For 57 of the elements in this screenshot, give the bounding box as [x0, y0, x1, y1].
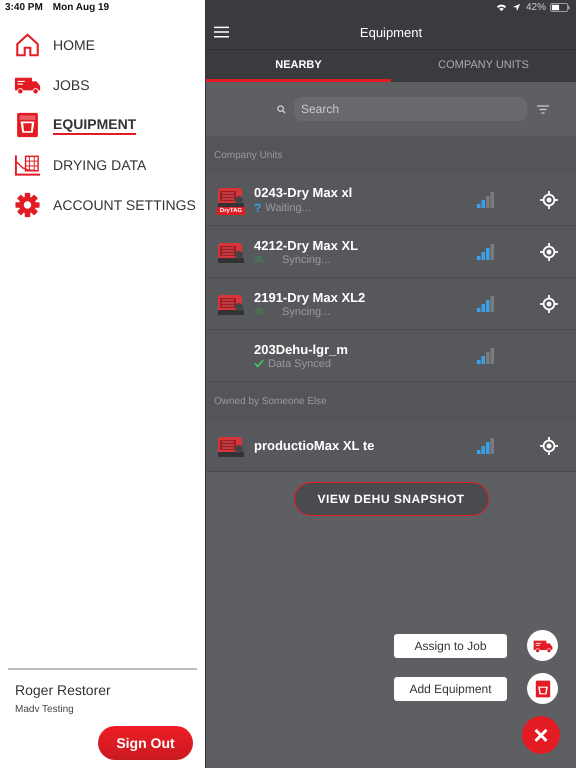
filter-icon[interactable]	[537, 104, 549, 114]
locate-icon[interactable]	[540, 436, 558, 454]
add-equipment-button[interactable]	[527, 673, 558, 704]
locate-icon[interactable]	[540, 190, 558, 208]
unit-name: productioMax XL te	[254, 438, 376, 453]
chevron-up-icon	[254, 307, 264, 316]
unit-name: 0243-Dry Max xl	[254, 184, 354, 200]
unit-name: 4212-Dry Max XL	[254, 238, 360, 252]
location-icon	[510, 3, 522, 12]
section-header: Company Units	[214, 150, 282, 160]
dehumidifier-icon	[14, 112, 41, 138]
company-name: Madv Testing	[15, 704, 75, 715]
battery-icon	[550, 3, 570, 12]
sync-status: Data Synced	[268, 358, 331, 370]
close-button[interactable]: ×	[522, 716, 560, 754]
wifi-icon	[496, 3, 507, 12]
status-time: 3:40 PM	[5, 2, 43, 15]
signal-icon	[477, 244, 495, 260]
nav-item[interactable]: EQUIPMENT	[14, 110, 205, 140]
status-date: Mon Aug 19	[52, 2, 110, 15]
equipment-row[interactable]: 203Dehu-lgr_m Data Synced	[206, 330, 576, 382]
sign-out-button[interactable]: Sign Out	[98, 726, 193, 760]
assign-job-button[interactable]	[527, 630, 558, 661]
menu-icon[interactable]	[214, 26, 229, 38]
chevron-up-icon	[254, 255, 264, 264]
screen-title: Equipment	[360, 24, 422, 40]
sync-status: Syncing...	[282, 306, 330, 318]
locate-icon[interactable]	[540, 242, 558, 260]
settings-icon	[14, 192, 41, 218]
equipment-row[interactable]: 2191-Dry Max XL2 Syncing...	[206, 278, 576, 330]
tab[interactable]: NEARBY	[206, 50, 391, 82]
action-label-button[interactable]: Assign to Job	[394, 634, 507, 658]
locate-icon[interactable]	[540, 294, 558, 312]
action-label-button[interactable]: Add Equipment	[394, 676, 507, 700]
check-icon	[254, 359, 264, 368]
section-header: Owned by Someone Else	[214, 396, 327, 406]
unit-name: 2191-Dry Max XL2	[254, 290, 366, 304]
view-snapshot-button[interactable]: VIEW DEHU SNAPSHOT	[294, 482, 488, 516]
unit-name: 203Dehu-lgr_m	[254, 342, 349, 356]
battery-percent: 42%	[526, 2, 546, 13]
signal-icon	[477, 438, 495, 454]
sync-status: Waiting...	[265, 202, 311, 214]
home-icon	[14, 32, 41, 58]
signal-icon	[477, 348, 495, 364]
sync-status: Syncing...	[282, 254, 330, 266]
equipment-row[interactable]: productioMax XL te	[206, 420, 576, 472]
nav-item[interactable]: ACCOUNT SETTINGS	[14, 190, 205, 220]
tab[interactable]: COMPANY UNITS	[391, 50, 576, 82]
nav-item[interactable]: JOBS	[14, 70, 205, 100]
question-icon: ?	[254, 200, 262, 214]
signal-icon	[477, 296, 495, 312]
nav-item[interactable]: HOME	[14, 30, 205, 60]
signal-icon	[477, 192, 495, 208]
user-name: Roger Restorer	[15, 682, 112, 698]
equipment-row[interactable]: 4212-Dry Max XL Syncing...	[206, 226, 576, 278]
nav-item[interactable]: DRYING DATA	[14, 150, 205, 180]
search-icon	[277, 104, 286, 114]
